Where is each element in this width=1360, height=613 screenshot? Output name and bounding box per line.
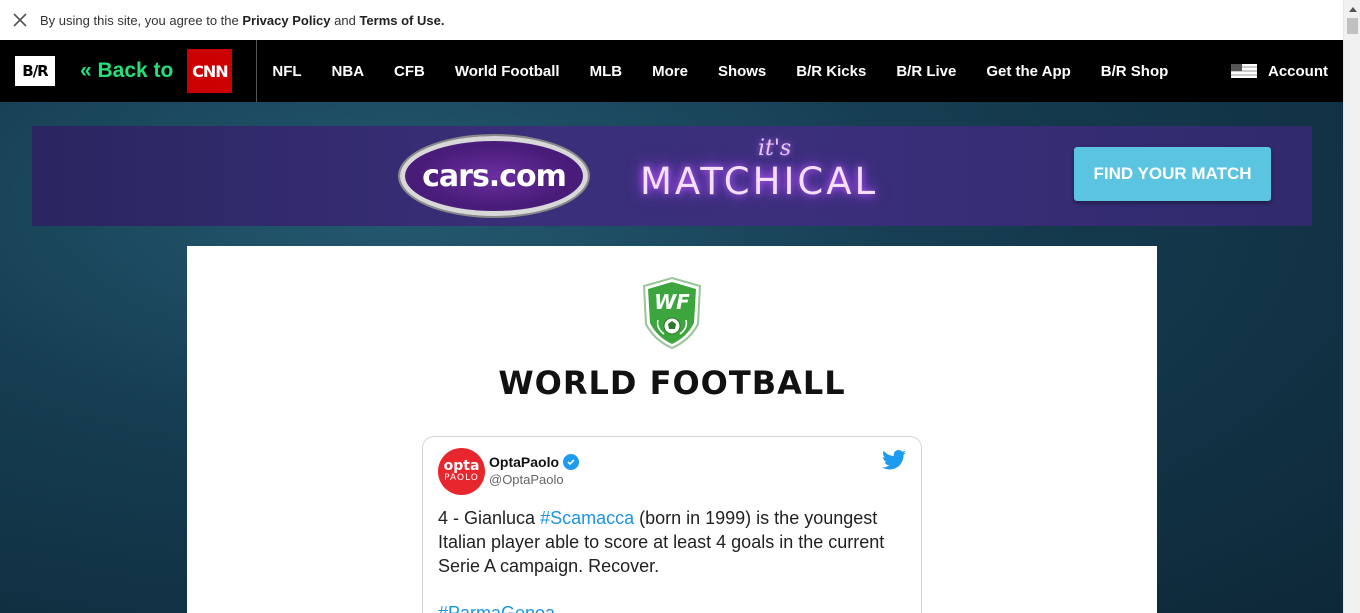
scrollbar-thumb[interactable] <box>1347 18 1358 34</box>
hashtag-parmagenoa[interactable]: #ParmaGenoa <box>438 601 555 613</box>
tweet-author-handle[interactable]: @OptaPaolo <box>489 472 564 487</box>
nav-item-nba[interactable]: NBA <box>332 63 365 80</box>
us-flag-icon[interactable] <box>1231 64 1257 78</box>
account-label: Account <box>1268 62 1328 80</box>
privacy-policy-link[interactable]: Privacy Policy <box>242 13 330 28</box>
nav-items: NFL NBA CFB World Football MLB More Show… <box>272 63 1198 80</box>
nav-item-br-kicks[interactable]: B/R Kicks <box>796 63 866 80</box>
nav-item-more[interactable]: More <box>652 63 688 80</box>
ad-banner[interactable]: cars.com it's MATCHICAL FIND YOUR MATCH <box>32 126 1312 226</box>
close-icon[interactable] <box>0 0 40 40</box>
avatar-text-top: opta <box>443 458 480 474</box>
hashtag-scamacca[interactable]: #Scamacca <box>540 508 634 528</box>
privacy-prefix: By using this site, you agree to the <box>40 12 243 28</box>
author-name-text: OptaPaolo <box>489 454 560 470</box>
nav-item-shows[interactable]: Shows <box>718 63 766 80</box>
embedded-tweet[interactable]: opta PAOLO OptaPaolo @OptaPaolo 4 - Gian… <box>422 436 922 613</box>
ad-tagline: MATCHICAL <box>640 160 879 203</box>
nav-item-get-the-app[interactable]: Get the App <box>986 63 1070 80</box>
terms-of-use-link[interactable]: Terms of Use. <box>359 13 444 28</box>
twitter-bird-icon[interactable] <box>882 450 906 470</box>
nav-divider <box>256 40 258 102</box>
nav-item-world-football[interactable]: World Football <box>455 63 560 80</box>
nav-item-mlb[interactable]: MLB <box>590 63 623 80</box>
avatar-text-bottom: PAOLO <box>444 473 479 483</box>
tweet-text-part1: 4 - Gianluca <box>438 508 541 528</box>
world-football-badge-icon: WF <box>642 276 702 350</box>
vertical-scrollbar[interactable] <box>1343 0 1360 613</box>
privacy-banner: By using this site, you agree to the Pri… <box>0 0 1343 40</box>
back-to-label: « Back to <box>80 59 174 82</box>
find-your-match-button[interactable]: FIND YOUR MATCH <box>1074 147 1271 201</box>
account-button[interactable]: Account <box>1231 40 1328 102</box>
nav-item-br-live[interactable]: B/R Live <box>896 63 956 80</box>
br-logo[interactable]: B/R <box>15 56 55 86</box>
ad-brand: cars.com <box>422 158 567 194</box>
nav-item-br-shop[interactable]: B/R Shop <box>1101 63 1169 80</box>
avatar[interactable]: opta PAOLO <box>438 448 485 495</box>
tweet-author-name[interactable]: OptaPaolo <box>489 454 580 470</box>
cars-com-logo: cars.com <box>400 136 588 216</box>
ad-tagline-small: it's <box>758 136 792 161</box>
tweet-text: 4 - Gianluca #Scamacca (born in 1999) is… <box>438 506 908 578</box>
badge-text: WF <box>654 290 690 314</box>
cnn-logo: CNN <box>187 49 233 93</box>
main-card: WF WORLD FOOTBALL opta PAOLO OptaPaolo @… <box>187 246 1157 613</box>
page-title: WORLD FOOTBALL <box>498 364 846 402</box>
nav-item-nfl[interactable]: NFL <box>272 63 301 80</box>
top-navigation: B/R « Back to CNN NFL NBA CFB World Foot… <box>0 40 1343 102</box>
privacy-middle: and <box>330 12 360 28</box>
back-to-cnn-link[interactable]: « Back to CNN <box>80 49 233 93</box>
privacy-text: By using this site, you agree to the Pri… <box>40 13 444 28</box>
nav-item-cfb[interactable]: CFB <box>394 63 425 80</box>
verified-badge-icon <box>563 454 580 470</box>
scroll-up-icon[interactable] <box>1344 0 1360 17</box>
